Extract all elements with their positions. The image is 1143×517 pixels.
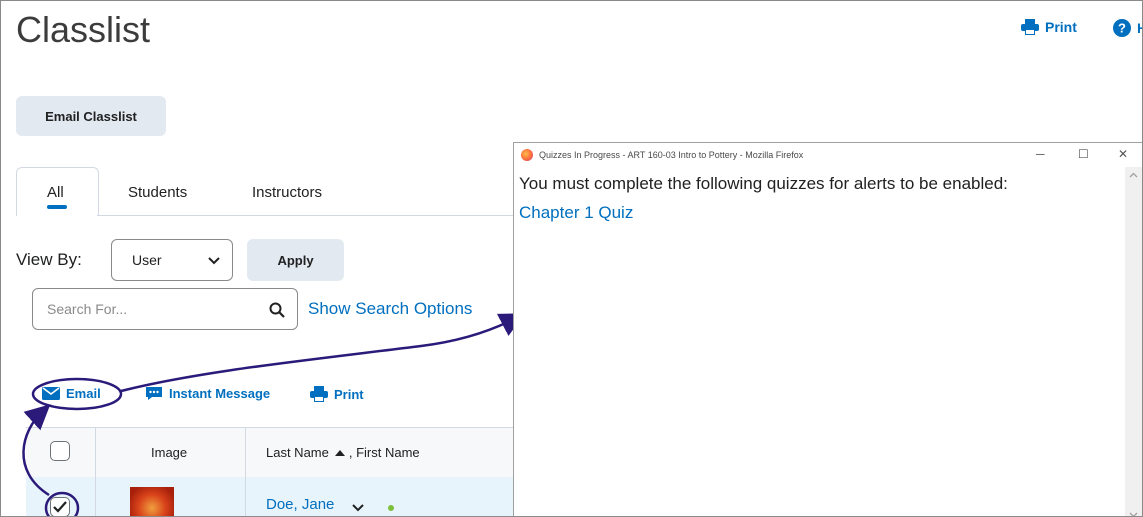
popup-titlebar: Quizzes In Progress - ART 160-03 Intro t… (514, 143, 1142, 167)
maximize-icon[interactable]: ☐ (1078, 147, 1089, 161)
checkbox-highlight-circle (44, 491, 80, 516)
minimize-icon[interactable]: ─ (1036, 147, 1045, 161)
annotation-arrow (120, 313, 525, 393)
popup-title: Quizzes In Progress - ART 160-03 Intro t… (539, 150, 804, 160)
classlist-page: Classlist Print ? H Email Classlist All … (0, 0, 1143, 517)
chapter-1-quiz-link[interactable]: Chapter 1 Quiz (519, 203, 633, 223)
firefox-icon (521, 149, 533, 161)
annotation-arrow (22, 404, 51, 497)
scroll-up-icon[interactable] (1125, 167, 1142, 184)
close-icon[interactable]: ✕ (1118, 147, 1128, 161)
quizzes-popup-window: Quizzes In Progress - ART 160-03 Intro t… (513, 142, 1142, 517)
popup-message: You must complete the following quizzes … (519, 174, 1008, 193)
popup-scrollbar[interactable] (1125, 167, 1142, 517)
scroll-down-icon[interactable] (1125, 506, 1142, 517)
email-highlight-circle (31, 377, 123, 411)
